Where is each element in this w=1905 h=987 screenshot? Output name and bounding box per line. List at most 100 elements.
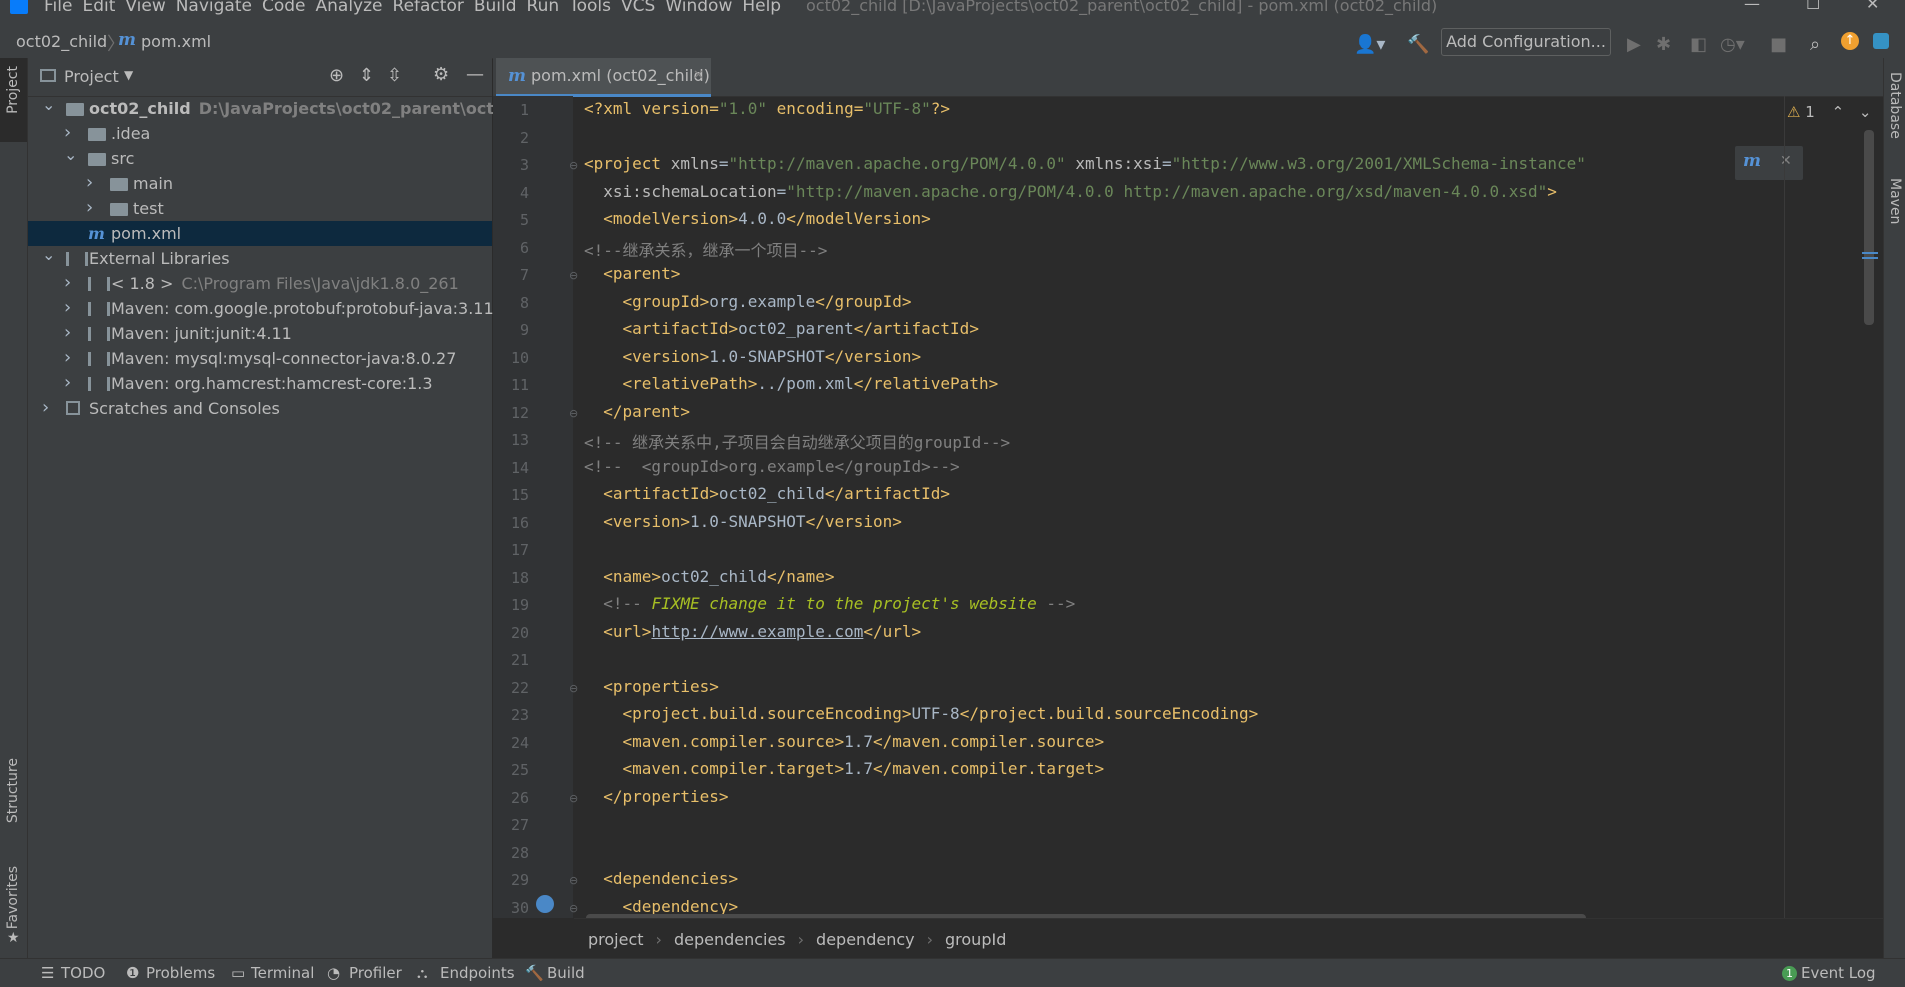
- next-highlight-icon[interactable]: ⌄: [1859, 103, 1872, 121]
- event-log-tool-button[interactable]: Event Log: [1801, 964, 1876, 982]
- previous-highlight-icon[interactable]: ⌃: [1832, 103, 1845, 121]
- menu-item-analyze[interactable]: Analyze: [316, 0, 383, 16]
- gear-icon[interactable]: ⚙: [433, 64, 449, 85]
- tree-item[interactable]: › Maven: junit:junit:4.11: [28, 321, 492, 346]
- expand-all-icon[interactable]: ⇕: [359, 65, 374, 86]
- todo-tool-button[interactable]: TODO: [61, 964, 105, 982]
- problems-tool-button[interactable]: Problems: [146, 964, 215, 982]
- tree-item[interactable]: ⌄ External Libraries: [28, 245, 492, 271]
- menu-item-build[interactable]: Build: [474, 0, 517, 16]
- close-window-button[interactable]: ✕: [1866, 0, 1879, 13]
- tree-item-label: test: [133, 199, 164, 218]
- user-icon[interactable]: 👤▾: [1354, 34, 1385, 55]
- close-tab-icon[interactable]: ✕: [693, 58, 704, 94]
- terminal-tool-button[interactable]: Terminal: [251, 964, 314, 982]
- tree-item[interactable]: › main: [28, 171, 492, 196]
- add-configuration-button[interactable]: Add Configuration...: [1441, 28, 1611, 56]
- menu-item-refactor[interactable]: Refactor: [393, 0, 464, 16]
- tree-item[interactable]: › Scratches and Consoles: [28, 396, 492, 421]
- profiler-tool-button[interactable]: Profiler: [349, 964, 402, 982]
- tree-item[interactable]: › test: [28, 196, 492, 221]
- build-hammer-icon[interactable]: 🔨: [1407, 34, 1429, 55]
- hide-panel-icon[interactable]: —: [466, 64, 484, 85]
- stop-icon[interactable]: ■: [1770, 34, 1787, 55]
- tree-item[interactable]: › Maven: mysql:mysql-connector-java:8.0.2…: [28, 346, 492, 371]
- nav-project-crumb[interactable]: oct02_child: [16, 32, 107, 51]
- chevron-down-icon[interactable]: ▼: [124, 68, 133, 82]
- tree-item[interactable]: › .idea: [28, 121, 492, 146]
- tree-item[interactable]: m pom.xml: [28, 221, 492, 246]
- chevron-right-icon[interactable]: ›: [86, 195, 93, 220]
- line-number: 1: [519, 101, 529, 119]
- tree-item[interactable]: ⌄ src: [28, 145, 492, 171]
- vertical-scrollbar[interactable]: [1864, 130, 1874, 325]
- project-tool-button[interactable]: Project: [5, 66, 21, 114]
- tree-item[interactable]: › Maven: com.google.protobuf:protobuf-jav…: [28, 295, 509, 321]
- maximize-button[interactable]: ☐: [1806, 0, 1820, 13]
- collapse-all-icon[interactable]: ⇳: [387, 65, 402, 86]
- tree-item[interactable]: › < 1.8 > C:\Program Files\Java\jdk1.8.0_2…: [28, 271, 492, 296]
- chevron-right-icon[interactable]: ›: [86, 170, 93, 195]
- menu-item-vcs[interactable]: VCS: [621, 0, 655, 16]
- editor-tab-bar: m pom.xml (oct02_child) ✕: [493, 58, 1883, 97]
- maven-tool-button[interactable]: Maven: [1887, 178, 1903, 224]
- chevron-right-icon[interactable]: ›: [64, 370, 71, 395]
- nav-file-crumb[interactable]: pom.xml: [141, 32, 211, 51]
- line-number: 4: [519, 183, 529, 202]
- menu-item-help[interactable]: Help: [742, 0, 781, 16]
- breadcrumb-item[interactable]: dependency: [816, 930, 915, 949]
- chevron-right-icon[interactable]: ›: [64, 295, 71, 320]
- inspection-widget[interactable]: ⚠ 1 ⌃ ⌄: [1787, 103, 1872, 121]
- chevron-right-icon[interactable]: ›: [42, 395, 49, 420]
- chevron-down-icon[interactable]: ⌄: [42, 92, 55, 117]
- minimize-button[interactable]: —: [1744, 0, 1760, 13]
- code-with-me-icon[interactable]: [1873, 33, 1889, 49]
- chevron-down-icon[interactable]: ⌄: [64, 142, 77, 167]
- debug-icon[interactable]: ✱: [1656, 34, 1671, 55]
- menu-item-navigate[interactable]: Navigate: [176, 0, 252, 16]
- menu-item-window[interactable]: Window: [665, 0, 732, 16]
- endpoints-tool-button[interactable]: Endpoints: [440, 964, 515, 982]
- project-view-selector[interactable]: Project: [64, 67, 119, 86]
- menu-item-run[interactable]: Run: [527, 0, 560, 16]
- maven-reload-icon[interactable]: m: [1743, 151, 1761, 171]
- dependency-gutter-icon[interactable]: [536, 895, 554, 913]
- tree-item[interactable]: › Maven: org.hamcrest:hamcrest-core:1.3: [28, 371, 492, 396]
- chevron-right-icon[interactable]: ›: [64, 270, 71, 295]
- chevron-down-icon[interactable]: ⌄: [42, 242, 55, 267]
- run-icon[interactable]: ▶: [1627, 34, 1641, 55]
- structure-tool-button[interactable]: Structure: [5, 758, 21, 823]
- menu-item-view[interactable]: View: [125, 0, 165, 16]
- close-popup-icon[interactable]: ✕: [1780, 153, 1792, 169]
- chevron-right-icon[interactable]: ›: [64, 320, 71, 345]
- fold-marker-icon[interactable]: ⊖: [569, 407, 578, 420]
- tree-item[interactable]: ⌄ oct02_child D:\JavaProjects\oct02_parent…: [28, 95, 568, 121]
- menu-item-code[interactable]: Code: [262, 0, 306, 16]
- chevron-right-icon[interactable]: ›: [64, 345, 71, 370]
- search-icon[interactable]: ⌕: [1810, 34, 1820, 55]
- profile-icon[interactable]: ◷▾: [1720, 34, 1745, 55]
- fold-marker-icon[interactable]: ⊖: [569, 159, 578, 172]
- maven-file-icon: m: [118, 30, 136, 50]
- folder-icon: [110, 178, 128, 191]
- breadcrumb-item[interactable]: groupId: [945, 930, 1006, 949]
- warning-icon: ⚠: [1787, 103, 1801, 121]
- update-icon[interactable]: ↑: [1841, 32, 1859, 50]
- favorites-tool-button[interactable]: Favorites: [5, 866, 21, 929]
- menu-item-file[interactable]: File: [44, 0, 72, 16]
- breadcrumb-item[interactable]: dependencies: [674, 930, 786, 949]
- fold-marker-icon[interactable]: ⊖: [569, 792, 578, 805]
- locate-icon[interactable]: ⊕: [329, 65, 344, 86]
- menu-item-tools[interactable]: Tools: [569, 0, 611, 16]
- tab-pom-xml[interactable]: m pom.xml (oct02_child) ✕: [496, 58, 711, 97]
- breadcrumb-item[interactable]: project: [588, 930, 644, 949]
- fold-marker-icon[interactable]: ⊖: [569, 874, 578, 887]
- database-tool-button[interactable]: Database: [1887, 72, 1903, 139]
- build-tool-button[interactable]: Build: [547, 964, 585, 982]
- menu-item-edit[interactable]: Edit: [82, 0, 115, 16]
- coverage-icon[interactable]: ◧: [1690, 34, 1707, 55]
- fold-marker-icon[interactable]: ⊖: [569, 682, 578, 695]
- line-number: 8: [519, 293, 529, 312]
- fold-marker-icon[interactable]: ⊖: [569, 269, 578, 282]
- fold-marker-icon[interactable]: ⊖: [569, 902, 578, 915]
